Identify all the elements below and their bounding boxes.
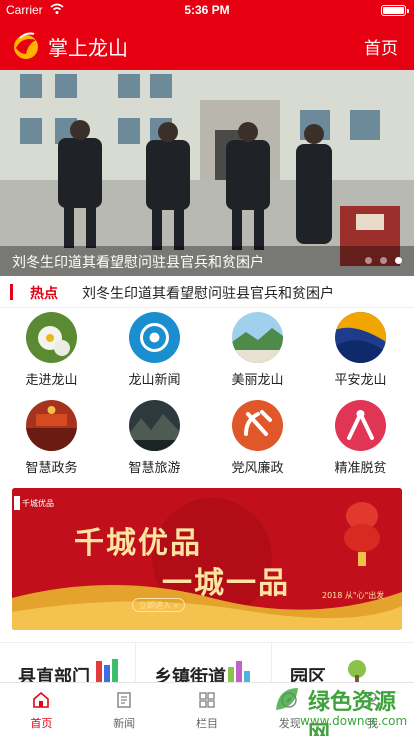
promo-year-tag: 2018 从"心"出发 [322, 591, 385, 600]
grid-item-beautiful[interactable]: 美丽龙山 [206, 308, 309, 394]
tab-label: 首页 [30, 717, 53, 730]
grid-item-label: 精准脱贫 [334, 461, 387, 476]
app-logo-icon [14, 32, 38, 59]
promo-banner[interactable]: 千城优品 千城优品 一城一品 立即进入 » 2018 从"心"出发 [12, 488, 402, 630]
hall-icon [26, 400, 77, 451]
carousel-dots [365, 257, 402, 264]
news-icon [117, 692, 131, 708]
books-icon [96, 659, 118, 682]
promo-slogan-line2: 一城一品 [162, 566, 290, 601]
grid-item-label: 龙山新闻 [128, 373, 181, 388]
hot-label: 热点 [30, 286, 58, 302]
hot-news-ticker[interactable]: 热点 刘冬生印道其看望慰问驻县官兵和贫困户 [0, 276, 414, 308]
grid-item-label: 平安龙山 [334, 373, 387, 388]
party-emblem-icon [232, 400, 283, 451]
grid-item-tourism[interactable]: 智慧旅游 [103, 396, 206, 482]
watermark-url: www.downcc.com [300, 714, 408, 728]
buildings-icon [228, 661, 250, 682]
tab-columns[interactable]: 栏目 [166, 683, 249, 736]
carousel-dot[interactable] [380, 257, 387, 264]
battery-icon [381, 5, 409, 16]
quicklink-towns[interactable]: 乡镇街道 [136, 643, 272, 682]
quicklink-title: 园区 [290, 667, 326, 682]
promo-slogan-line1: 千城优品 [74, 526, 202, 561]
tab-label: 栏目 [195, 717, 218, 730]
grid-item-label: 走进龙山 [25, 373, 78, 388]
hot-marker [10, 284, 13, 300]
grid-item-label: 党风廉政 [231, 461, 284, 476]
category-grid: 走进龙山 龙山新闻 美丽龙山 平安龙山 智慧政务 智慧旅游 党风廉政 精准脱贫 [0, 308, 414, 482]
grid-item-label: 智慧旅游 [128, 461, 181, 476]
grid-item-safe[interactable]: 平安龙山 [309, 308, 412, 394]
grid-item-news[interactable]: 龙山新闻 [103, 308, 206, 394]
app-title: 掌上龙山 [48, 36, 128, 60]
tab-news[interactable]: 新闻 [83, 683, 166, 736]
carousel-dot[interactable] [365, 257, 372, 264]
carousel-dot-active[interactable] [395, 257, 402, 264]
watermark-logo-icon [276, 688, 298, 710]
quicklink-county-depts[interactable]: 县直部门 [0, 643, 136, 682]
camera-icon [129, 312, 180, 363]
banner-carousel[interactable]: 刘冬生印道其看望慰问驻县官兵和贫困户 [0, 70, 414, 276]
gift-icon [335, 400, 386, 451]
watermark-text: 绿色资源网 [308, 690, 397, 736]
hot-headline[interactable]: 刘冬生印道其看望慰问驻县官兵和贫困户 [82, 283, 334, 303]
quicklink-title: 乡镇街道 [154, 667, 226, 682]
wave-icon [335, 312, 386, 363]
quick-links-row: 县直部门 乡镇街道 园区 [0, 642, 414, 682]
forest-icon [129, 400, 180, 451]
grid-item-label: 智慧政务 [25, 461, 78, 476]
landscape-icon [232, 312, 283, 363]
flower-icon [26, 312, 77, 363]
grid-item-label: 美丽龙山 [231, 373, 284, 388]
home-link[interactable]: 首页 [364, 34, 398, 59]
top-navbar: 掌上龙山 首页 [0, 20, 414, 70]
grid-item-integrity[interactable]: 党风廉政 [206, 396, 309, 482]
site-watermark: 绿色资源网 www.downcc.com [268, 684, 410, 736]
status-time: 5:36 PM [184, 3, 230, 17]
grid-item-zoujin[interactable]: 走进龙山 [0, 308, 103, 394]
quicklink-title: 县直部门 [18, 667, 90, 682]
tab-home[interactable]: 首页 [0, 683, 83, 736]
promo-enter-button[interactable]: 立即进入 » [132, 598, 186, 612]
quicklink-parks[interactable]: 园区 [272, 643, 414, 682]
home-icon [33, 691, 49, 708]
park-icon [348, 660, 366, 682]
grid-item-poverty[interactable]: 精准脱贫 [309, 396, 412, 482]
promo-brand-mark: 千城优品 [22, 499, 54, 508]
status-bar: Carrier 5:36 PM [0, 0, 414, 20]
banner-caption: 刘冬生印道其看望慰问驻县官兵和贫困户 [0, 246, 414, 276]
tab-label: 新闻 [113, 717, 136, 730]
grid-item-government[interactable]: 智慧政务 [0, 396, 103, 482]
columns-icon [198, 692, 215, 708]
